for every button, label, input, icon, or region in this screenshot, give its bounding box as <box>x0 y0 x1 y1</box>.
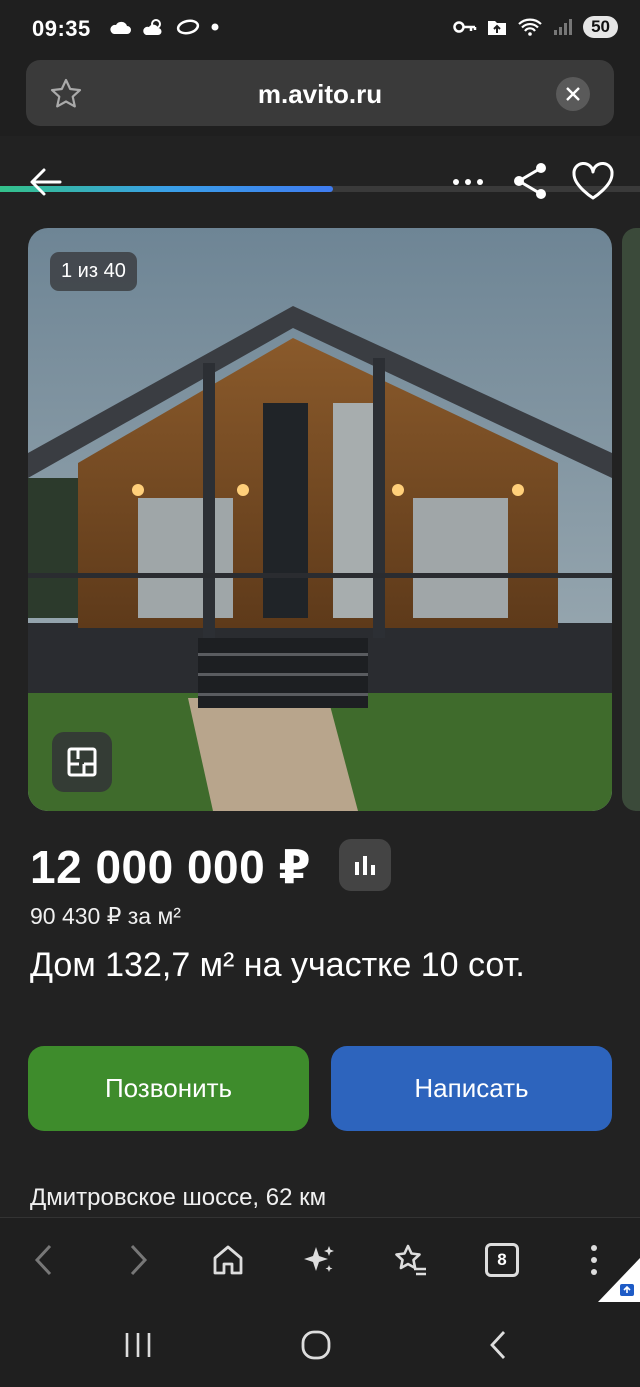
price-stats-button[interactable] <box>339 839 391 891</box>
home-system-button[interactable] <box>296 1325 336 1365</box>
browser-address-area: m.avito.ru <box>0 58 640 192</box>
browser-back-button[interactable] <box>22 1238 66 1282</box>
call-button[interactable]: Позвонить <box>28 1046 309 1131</box>
tabs-button[interactable]: 8 <box>480 1238 524 1282</box>
forward-icon <box>130 1244 148 1276</box>
upload-icon <box>488 21 507 35</box>
battery-icon: 50 <box>583 16 618 38</box>
share-icon[interactable] <box>510 160 550 202</box>
dot-icon <box>211 23 219 31</box>
listing-header <box>0 146 640 218</box>
extension-badge-icon[interactable] <box>598 1258 640 1302</box>
price: 12 000 000 ₽ <box>30 841 312 893</box>
home-circle-icon <box>301 1330 331 1360</box>
floor-plan-icon <box>67 747 97 777</box>
status-time: 09:35 <box>32 16 91 41</box>
url-text[interactable]: m.avito.ru <box>26 79 614 110</box>
photo-counter: 1 из 40 <box>50 252 137 291</box>
browser-forward-button[interactable] <box>116 1238 160 1282</box>
price-per-square-meter: 90 430 ₽ за м² <box>30 903 181 929</box>
ring-icon <box>176 19 200 35</box>
weather-icon <box>143 19 162 35</box>
message-button[interactable]: Написать <box>331 1046 612 1131</box>
bar-chart-icon <box>355 856 375 875</box>
address-bar[interactable]: m.avito.ru <box>26 60 614 126</box>
photo-gallery[interactable]: 1 из 40 <box>28 228 612 811</box>
home-icon <box>213 1245 243 1275</box>
listing-title: Дом 132,7 м² на участке 10 сот. <box>30 946 525 984</box>
status-bar: 09:35 50 <box>0 0 640 58</box>
close-icon <box>566 87 580 101</box>
house-photo <box>28 228 612 811</box>
system-back-button[interactable] <box>478 1325 518 1365</box>
recent-apps-icon <box>125 1333 151 1357</box>
bookmarks-button[interactable] <box>388 1238 432 1282</box>
back-arrow-icon[interactable] <box>26 162 66 202</box>
browser-toolbar: 8 <box>0 1217 640 1304</box>
floor-plan-button[interactable] <box>52 732 112 792</box>
signal-icon <box>554 19 573 35</box>
system-navigation-bar <box>0 1303 640 1387</box>
home-button[interactable] <box>206 1238 250 1282</box>
wifi-icon <box>518 18 542 36</box>
ai-assistant-button[interactable] <box>297 1238 341 1282</box>
sparkles-icon <box>304 1246 334 1272</box>
system-back-icon <box>490 1331 506 1359</box>
more-options-icon[interactable] <box>448 164 488 200</box>
next-photo-preview[interactable] <box>622 228 640 811</box>
recent-apps-button[interactable] <box>118 1325 158 1365</box>
key-icon <box>453 21 477 33</box>
cloud-icon <box>110 21 131 34</box>
address: Дмитровское шоссе, 62 км <box>30 1184 327 1211</box>
back-icon <box>34 1244 52 1276</box>
bookmarks-icon <box>395 1244 426 1276</box>
favorite-heart-icon[interactable] <box>570 160 616 202</box>
tabs-icon: 8 <box>485 1243 519 1277</box>
clear-url-button[interactable] <box>556 77 590 111</box>
